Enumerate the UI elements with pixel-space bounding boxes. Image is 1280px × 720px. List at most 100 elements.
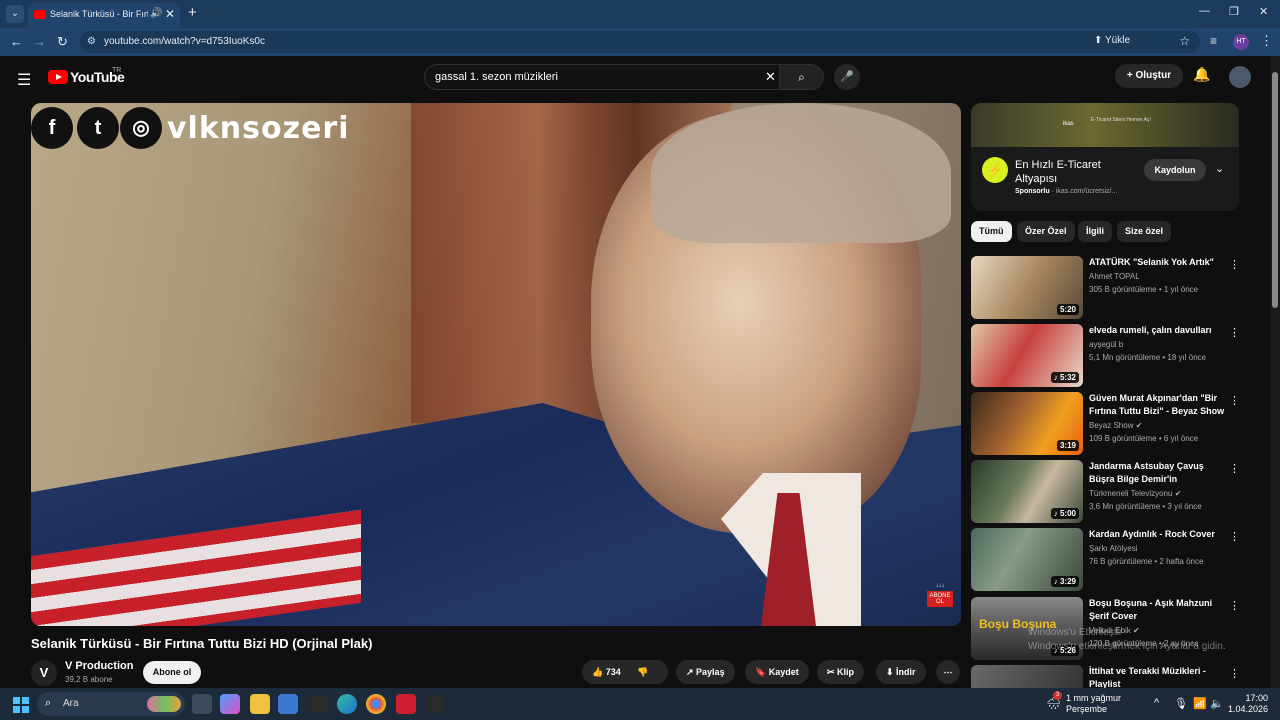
- search-input[interactable]: gassal 1. sezon müzikleri: [435, 71, 558, 83]
- related-video-item[interactable]: 3:19 Güven Murat Akpınar'dan "Bir Fırtın…: [971, 392, 1240, 456]
- related-thumbnail[interactable]: ♪ 5:32: [971, 324, 1083, 387]
- forward-button[interactable]: →: [33, 34, 46, 49]
- record-app-icon[interactable]: [425, 694, 445, 714]
- channel-avatar[interactable]: V: [31, 660, 57, 686]
- notifications-bell-icon[interactable]: 🔔: [1193, 66, 1210, 83]
- download-button[interactable]: ⬇ İndir: [876, 660, 926, 684]
- more-options-icon[interactable]: ⋮: [1229, 326, 1240, 339]
- hamburger-menu-icon[interactable]: ☰: [17, 70, 31, 90]
- tray-chevron-icon[interactable]: ^: [1154, 697, 1159, 709]
- related-title[interactable]: İttihat ve Terakki Müzikleri - Playlist: [1089, 665, 1225, 688]
- sponsored-ad-card[interactable]: ikas E-Ticaret Siteni Hemen Aç! ⚡ En Hız…: [971, 103, 1239, 211]
- search-box[interactable]: gassal 1. sezon müzikleri ✕ ⌕: [424, 64, 824, 90]
- related-channel[interactable]: ayşegül b: [1089, 340, 1123, 349]
- related-title[interactable]: Kardan Aydınlık - Rock Cover: [1089, 528, 1225, 541]
- volume-icon[interactable]: 🔈: [1210, 697, 1224, 710]
- back-button[interactable]: ←: [10, 34, 23, 49]
- windows-start-icon[interactable]: [13, 697, 29, 713]
- chip-related[interactable]: İlgili: [1078, 221, 1112, 242]
- reading-list-icon[interactable]: ≡: [1210, 34, 1217, 48]
- media-app-icon[interactable]: [396, 694, 416, 714]
- related-channel[interactable]: Türkmeneli Televizyonu ✔: [1089, 489, 1181, 498]
- weather-widget[interactable]: 1 mm yağmur Perşembe: [1066, 693, 1121, 715]
- wifi-icon[interactable]: 📶: [1193, 697, 1207, 710]
- microphone-icon[interactable]: 🎙: [1174, 697, 1188, 710]
- related-title[interactable]: Güven Murat Akpınar'dan "Bir Fırtına Tut…: [1089, 392, 1225, 418]
- related-title[interactable]: ATATÜRK "Selanik Yok Artık": [1089, 256, 1225, 269]
- save-button[interactable]: 🔖 Kaydet: [745, 660, 809, 684]
- page-scrollbar[interactable]: [1270, 56, 1280, 688]
- ad-cta-button[interactable]: Kaydolun: [1144, 159, 1206, 181]
- tab-close-icon[interactable]: ✕: [165, 7, 175, 21]
- more-options-icon[interactable]: ⋮: [1229, 599, 1240, 612]
- more-options-icon[interactable]: ⋮: [1229, 667, 1239, 680]
- related-video-item[interactable]: ♪ 5:00 Jandarma Astsubay Çavuş Büşra Bil…: [971, 460, 1240, 524]
- related-thumbnail[interactable]: 5:20: [971, 256, 1083, 319]
- clip-button[interactable]: ✂ Klip: [817, 660, 865, 684]
- reload-button[interactable]: ↻: [57, 34, 68, 50]
- video-player[interactable]: f t ◎ vlknsozeri ↓↓↓ ABONE OL: [31, 103, 961, 626]
- profile-avatar[interactable]: HT: [1233, 34, 1249, 50]
- more-options-icon[interactable]: ⋮: [1229, 394, 1240, 407]
- ad-title[interactable]: En Hızlı E-Ticaret Altyapısı: [1015, 158, 1125, 186]
- search-button[interactable]: ⌕: [779, 65, 823, 89]
- copilot-icon[interactable]: [220, 694, 240, 714]
- chevron-down-icon[interactable]: ⌄: [1215, 162, 1224, 175]
- chip-all[interactable]: Tümü: [971, 221, 1012, 242]
- related-channel[interactable]: Şarkı Atölyesi: [1089, 544, 1137, 553]
- clear-search-icon[interactable]: ✕: [765, 69, 776, 85]
- like-button[interactable]: 👍 734: [592, 667, 621, 677]
- scrollbar-thumb[interactable]: [1272, 72, 1278, 308]
- chip-for-you[interactable]: Size özel: [1117, 221, 1172, 242]
- edge-icon[interactable]: [337, 694, 357, 714]
- subscribe-button[interactable]: Abone ol: [143, 661, 201, 684]
- browser-tab-active[interactable]: Selanik Türküsü - Bir Fırtına 🔊 ✕: [28, 3, 180, 28]
- new-tab-button[interactable]: +: [188, 4, 197, 21]
- related-channel[interactable]: Ahmet TOPAL: [1089, 272, 1140, 281]
- maximize-button[interactable]: ❐: [1229, 5, 1239, 18]
- url-text[interactable]: youtube.com/watch?v=d753IuoKs0c: [104, 36, 265, 47]
- bookmark-star-icon[interactable]: ☆: [1179, 34, 1190, 48]
- site-info-icon[interactable]: ⚙: [87, 36, 96, 47]
- related-thumbnail[interactable]: ♪ 3:29: [971, 528, 1083, 591]
- task-view-icon[interactable]: [192, 694, 212, 714]
- related-thumbnail[interactable]: [971, 665, 1083, 688]
- share-button[interactable]: ↗ Paylaş: [676, 660, 735, 684]
- file-explorer-icon[interactable]: [250, 694, 270, 714]
- omnibox[interactable]: ⚙ youtube.com/watch?v=d753IuoKs0c ⬆ Yükl…: [80, 31, 1200, 53]
- app-icon[interactable]: [308, 694, 328, 714]
- tab-search-button[interactable]: ⌄: [6, 5, 24, 23]
- related-video-item[interactable]: ♪ 5:32 elveda rumeli, çalın davulları ay…: [971, 324, 1240, 388]
- more-options-icon[interactable]: ⋮: [1229, 462, 1240, 475]
- speaker-icon[interactable]: 🔊: [150, 8, 162, 19]
- window-close-button[interactable]: ✕: [1259, 5, 1268, 18]
- channel-name[interactable]: V Production: [65, 660, 133, 672]
- create-button[interactable]: + Oluştur: [1115, 64, 1183, 88]
- ad-banner-image[interactable]: [971, 103, 1239, 147]
- more-options-icon[interactable]: ⋮: [1229, 258, 1240, 271]
- dislike-button[interactable]: 👎: [637, 667, 648, 677]
- upload-button[interactable]: ⬆ Yükle: [1094, 35, 1130, 46]
- related-thumbnail[interactable]: 3:19: [971, 392, 1083, 455]
- related-video-item[interactable]: 5:20 ATATÜRK "Selanik Yok Artık" Ahmet T…: [971, 256, 1240, 320]
- related-thumbnail[interactable]: ♪ 5:00: [971, 460, 1083, 523]
- store-icon[interactable]: [278, 694, 298, 714]
- related-video-item[interactable]: ♪ 3:29 Kardan Aydınlık - Rock Cover Şark…: [971, 528, 1240, 592]
- system-clock[interactable]: 17:00 1.04.2026: [1228, 693, 1268, 715]
- related-channel[interactable]: Beyaz Show ✔: [1089, 421, 1142, 430]
- related-title[interactable]: elveda rumeli, çalın davulları: [1089, 324, 1225, 337]
- taskbar-search[interactable]: ⌕ Ara: [37, 692, 185, 716]
- browser-menu-icon[interactable]: ⋮: [1260, 33, 1273, 49]
- related-video-item[interactable]: İttihat ve Terakki Müzikleri - Playlist …: [971, 665, 1239, 688]
- more-options-icon[interactable]: ⋮: [1229, 530, 1240, 543]
- chrome-icon[interactable]: [366, 694, 386, 714]
- related-title[interactable]: Boşu Boşuna - Aşık Mahzuni Şerif Cover: [1089, 597, 1225, 623]
- account-avatar[interactable]: [1229, 66, 1251, 88]
- more-actions-button[interactable]: ⋯: [936, 660, 960, 684]
- youtube-logo-icon[interactable]: [48, 70, 68, 84]
- related-title[interactable]: Jandarma Astsubay Çavuş Büşra Bilge Demi…: [1089, 460, 1225, 486]
- chip-ozer-ozel[interactable]: Özer Özel: [1017, 221, 1075, 242]
- minimize-button[interactable]: —: [1199, 5, 1210, 17]
- voice-search-icon[interactable]: 🎤: [834, 64, 860, 90]
- duration-text: 5:32: [1059, 373, 1076, 382]
